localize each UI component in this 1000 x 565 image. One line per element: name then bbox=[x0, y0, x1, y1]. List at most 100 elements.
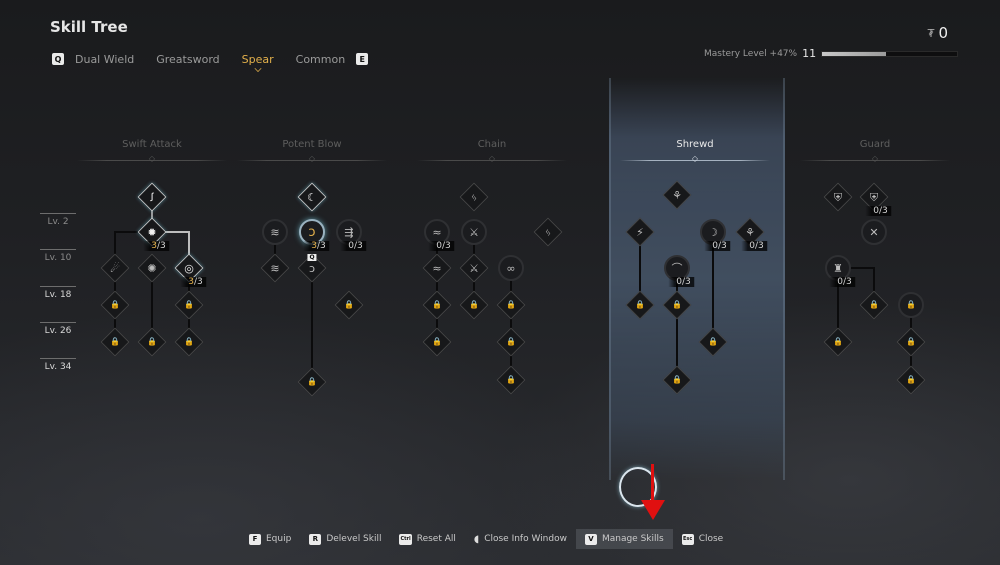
skill-icon: ≈ bbox=[432, 225, 442, 239]
skill-node-locked[interactable]: 🔒 bbox=[422, 327, 452, 357]
level-label-26: Lv. 26 bbox=[40, 322, 76, 336]
column-header-potent-blow[interactable]: Potent Blow bbox=[237, 139, 387, 150]
skill-node-locked[interactable]: 🔒 bbox=[496, 327, 526, 357]
skill-level-max: /3 bbox=[754, 241, 764, 251]
column-header-guard[interactable]: Guard bbox=[800, 139, 950, 150]
lock-icon: 🔒 bbox=[635, 300, 645, 309]
skill-node-swift-4[interactable]: ✺ bbox=[137, 253, 167, 283]
close-info-window-label: Close Info Window bbox=[484, 534, 567, 544]
skill-level-max: /3 bbox=[878, 206, 888, 216]
skill-level-max: /3 bbox=[316, 241, 326, 251]
lock-icon: 🔒 bbox=[184, 300, 194, 309]
tab-greatsword[interactable]: Greatsword bbox=[156, 53, 219, 66]
skill-node-potent-2[interactable]: ≋ bbox=[262, 219, 288, 245]
reset-all-button[interactable]: Ctrl Reset All bbox=[390, 529, 464, 549]
prev-tab-key[interactable]: Q bbox=[52, 53, 64, 65]
skill-node-locked[interactable]: 🔒 bbox=[662, 365, 692, 395]
skill-node-locked[interactable]: 🔒 bbox=[823, 327, 853, 357]
skill-level-count: 0/3 bbox=[340, 241, 366, 251]
skill-icon: ♜ bbox=[833, 261, 843, 275]
skill-node-locked[interactable]: 🔒 bbox=[174, 327, 204, 357]
skill-icon: ⛨ bbox=[833, 190, 843, 204]
skill-node-locked[interactable]: 🔒 bbox=[422, 290, 452, 320]
lock-icon: 🔒 bbox=[147, 337, 157, 346]
skill-icon: ⚘ bbox=[745, 225, 755, 239]
close-button[interactable]: Esc Close bbox=[673, 529, 733, 549]
delevel-skill-label: Delevel Skill bbox=[326, 534, 382, 544]
skill-node-locked[interactable]: 🔒 bbox=[459, 290, 489, 320]
column-header-swift-attack[interactable]: Swift Attack bbox=[77, 139, 227, 150]
skill-node-locked[interactable]: 🔒 bbox=[100, 290, 130, 320]
skill-node-shrewd-1[interactable]: ⚘ bbox=[662, 180, 692, 210]
skill-points: ₮ 0 bbox=[927, 24, 948, 42]
mastery-label: Mastery Level +47% bbox=[704, 48, 798, 59]
skill-icon: ⚔ bbox=[469, 225, 479, 239]
skill-node-potent-5[interactable]: ≋ bbox=[260, 253, 290, 283]
next-tab-key[interactable]: E bbox=[356, 53, 369, 65]
skill-icon: ⛨ bbox=[869, 190, 879, 204]
skill-node-guard-3[interactable]: ✕ bbox=[861, 219, 887, 245]
equip-button[interactable]: F Equip bbox=[240, 529, 300, 549]
skill-icon: ⚔ bbox=[469, 261, 479, 275]
weapon-tabs: Q Dual Wield Greatsword Spear Common E bbox=[52, 50, 369, 68]
skill-icon: ✹ bbox=[147, 225, 157, 239]
skill-node-chain-7[interactable]: ∞ bbox=[498, 255, 524, 281]
skill-node-locked[interactable]: 🔒 bbox=[859, 290, 889, 320]
level-label-2: Lv. 2 bbox=[40, 213, 76, 227]
lock-icon: 🔒 bbox=[506, 300, 516, 309]
red-arrow-annotation bbox=[651, 464, 654, 504]
delevel-skill-button[interactable]: R Delevel Skill bbox=[300, 529, 390, 549]
manage-skills-button[interactable]: V Manage Skills bbox=[575, 529, 673, 549]
skill-node-chain-5[interactable]: ≈ bbox=[422, 253, 452, 283]
skill-icon: ☄ bbox=[110, 261, 120, 275]
skill-node-potent-1[interactable]: ☾ bbox=[297, 182, 327, 212]
mastery-progress-bar bbox=[821, 50, 959, 57]
skill-level-count: 3/3 bbox=[303, 241, 329, 251]
skill-node-guard-1[interactable]: ⛨ bbox=[823, 182, 853, 212]
skill-node-locked[interactable]: 🔒 bbox=[100, 327, 130, 357]
lock-icon: 🔒 bbox=[469, 300, 479, 309]
skill-node-shrewd-2[interactable]: ⚡ bbox=[625, 217, 655, 247]
skill-node-chain-6[interactable]: ⚔ bbox=[459, 253, 489, 283]
skill-node-chain-4[interactable]: ᛃ bbox=[533, 217, 563, 247]
lock-icon: 🔒 bbox=[184, 337, 194, 346]
tab-common[interactable]: Common bbox=[296, 53, 346, 66]
skill-node-locked[interactable]: 🔒 bbox=[137, 327, 167, 357]
skill-node-locked[interactable]: 🔒 bbox=[297, 367, 327, 397]
skill-node-locked[interactable]: 🔒 bbox=[896, 327, 926, 357]
skill-node-locked[interactable]: 🔒 bbox=[698, 327, 728, 357]
skill-node-swift-1[interactable]: ꭍ bbox=[137, 182, 167, 212]
skill-node-locked[interactable]: 🔒 bbox=[662, 290, 692, 320]
skill-node-chain-1[interactable]: ᛃ bbox=[459, 182, 489, 212]
skill-node-locked[interactable]: 🔒 bbox=[896, 365, 926, 395]
reset-all-label: Reset All bbox=[416, 534, 456, 544]
skill-icon: ◎ bbox=[184, 261, 194, 275]
skill-node-locked[interactable]: 🔒 bbox=[174, 290, 204, 320]
column-divider bbox=[77, 160, 227, 161]
skill-node-locked[interactable]: 🔒 bbox=[625, 290, 655, 320]
tab-dual-wield[interactable]: Dual Wield bbox=[75, 53, 134, 66]
skill-icon: ⚡ bbox=[636, 225, 644, 239]
skill-level-max: /3 bbox=[193, 277, 203, 287]
skill-node-chain-3[interactable]: ⚔ bbox=[461, 219, 487, 245]
key-ctrl: Ctrl bbox=[399, 533, 412, 545]
skill-node-locked[interactable]: 🔒 bbox=[496, 290, 526, 320]
column-header-shrewd[interactable]: Shrewd bbox=[620, 139, 770, 150]
column-divider bbox=[417, 160, 567, 161]
skill-node-locked[interactable]: 🔒 bbox=[334, 290, 364, 320]
column-divider bbox=[620, 160, 770, 161]
lock-icon: 🔒 bbox=[432, 337, 442, 346]
skill-icon: ⇶ bbox=[344, 225, 354, 239]
lock-icon: 🔒 bbox=[672, 300, 682, 309]
column-divider bbox=[800, 160, 950, 161]
skill-node-locked[interactable]: 🔒 bbox=[496, 365, 526, 395]
skill-icon: ≋ bbox=[270, 261, 280, 275]
column-header-chain[interactable]: Chain bbox=[417, 139, 567, 150]
skill-level-count: 3/3 bbox=[180, 277, 206, 287]
tab-spear[interactable]: Spear bbox=[242, 53, 274, 66]
column-divider bbox=[237, 160, 387, 161]
lock-icon: 🔒 bbox=[432, 300, 442, 309]
skill-node-locked[interactable]: 🔒 bbox=[898, 292, 924, 318]
close-info-window-button[interactable]: ◖ Close Info Window bbox=[465, 529, 576, 549]
skill-node-swift-3[interactable]: ☄ bbox=[100, 253, 130, 283]
